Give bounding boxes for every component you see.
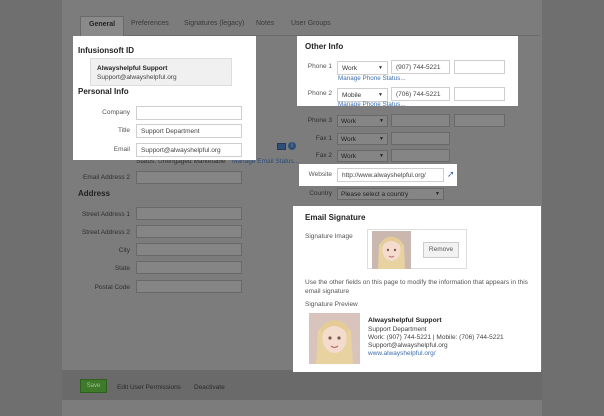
deactivate-button[interactable]: Deactivate — [194, 384, 225, 391]
address-title: Address — [78, 189, 111, 198]
fax1-type-select[interactable]: Work ▼ — [337, 133, 388, 145]
phone3-label: Phone 3 — [307, 117, 332, 124]
postal-code-label: Postal Code — [94, 284, 130, 291]
external-link-icon[interactable]: ➚ — [447, 169, 455, 179]
signature-preview-avatar — [309, 313, 360, 364]
remove-signature-image-button[interactable]: Remove — [423, 242, 459, 258]
email-label: Email — [113, 146, 130, 153]
preview-website-link[interactable]: www.alwayshelpful.org/ — [368, 350, 436, 357]
infusionsoft-id-card: Alwayshelpful Support Support@alwayshelp… — [90, 58, 232, 86]
phone1-input[interactable]: (907) 744-5221 — [391, 60, 450, 74]
email-input[interactable]: Support@alwayshelpful.org — [136, 143, 242, 157]
fax1-label: Fax 1 — [315, 135, 332, 142]
street2-label: Street Address 2 — [81, 229, 130, 236]
state-input[interactable] — [136, 261, 242, 274]
email2-input[interactable] — [136, 171, 242, 184]
phone3-input[interactable] — [391, 114, 450, 127]
email-signature-title: Email Signature — [305, 213, 366, 222]
tab-signatures-legacy[interactable]: Signatures (legacy) — [184, 20, 244, 27]
infusionsoft-id-name: Alwayshelpful Support — [97, 65, 168, 72]
personal-info-title: Personal Info — [78, 87, 129, 96]
preview-department: Support Department — [368, 326, 427, 333]
fax1-input[interactable] — [391, 132, 450, 145]
street1-label: Street Address 1 — [81, 211, 130, 218]
infusionsoft-id-email: Support@alwayshelpful.org — [97, 74, 177, 81]
postal-code-input[interactable] — [136, 280, 242, 293]
country-label: Country — [309, 190, 332, 197]
save-button[interactable]: Save — [80, 379, 107, 393]
tab-general[interactable]: General — [80, 16, 125, 36]
preview-phones: Work: (907) 744-5221 | Mobile: (706) 744… — [368, 334, 504, 341]
phone1-label: Phone 1 — [307, 63, 332, 70]
city-input[interactable] — [136, 243, 242, 256]
country-select[interactable]: Please select a country ▼ — [337, 188, 444, 200]
signature-note: Use the other fields on this page to mod… — [305, 279, 528, 295]
city-label: City — [118, 247, 130, 254]
manage-phone-status-link[interactable]: Manage Phone Status... — [338, 75, 406, 82]
fax2-label: Fax 2 — [315, 152, 332, 159]
title-label: Title — [117, 127, 130, 134]
preview-email: Support@alwayshelpful.org — [368, 342, 448, 349]
edit-user-permissions-button[interactable]: Edit User Permissions — [117, 384, 181, 391]
phone1-ext-input[interactable] — [454, 60, 505, 74]
company-label: Company — [102, 109, 130, 116]
preview-name: Alwayshelpful Support — [368, 317, 442, 324]
info-icon[interactable]: i — [288, 142, 296, 150]
envelope-icon[interactable] — [277, 143, 286, 150]
phone2-type-select[interactable]: Mobile ▼ — [337, 88, 388, 102]
tab-preferences[interactable]: Preferences — [131, 20, 169, 27]
title-input[interactable]: Support Department — [136, 124, 242, 138]
tab-notes[interactable]: Notes — [256, 20, 274, 27]
phone1-type-select[interactable]: Work ▼ — [337, 61, 388, 75]
phone2-label: Phone 2 — [307, 90, 332, 97]
tab-user-groups[interactable]: User Groups — [291, 20, 331, 27]
signature-image-thumbnail — [372, 231, 411, 269]
fax2-type-select[interactable]: Work ▼ — [337, 150, 388, 162]
website-input[interactable]: http://www.alwayshelpful.org/ — [337, 168, 444, 182]
phone3-ext-input[interactable] — [454, 114, 505, 127]
manage-phone2-status-link[interactable]: Manage Phone Status... — [338, 101, 406, 106]
infusionsoft-id-title: Infusionsoft ID — [78, 46, 134, 55]
phone2-ext-input[interactable] — [454, 87, 505, 101]
email2-label: Email Address 2 — [83, 174, 130, 181]
tab-bar: General Preferences Signatures (legacy) … — [80, 10, 540, 36]
signature-preview-label: Signature Preview — [305, 301, 358, 308]
street2-input[interactable] — [136, 225, 242, 238]
fax2-input[interactable] — [391, 149, 450, 162]
phone3-type-select[interactable]: Work ▼ — [337, 115, 388, 127]
street1-input[interactable] — [136, 207, 242, 220]
other-info-title: Other Info — [305, 42, 344, 51]
website-label: Website — [308, 171, 332, 178]
state-label: State — [114, 265, 130, 272]
phone2-input[interactable]: (706) 744-5221 — [391, 87, 450, 101]
signature-image-label: Signature Image — [305, 233, 353, 240]
company-input[interactable] — [136, 106, 242, 120]
